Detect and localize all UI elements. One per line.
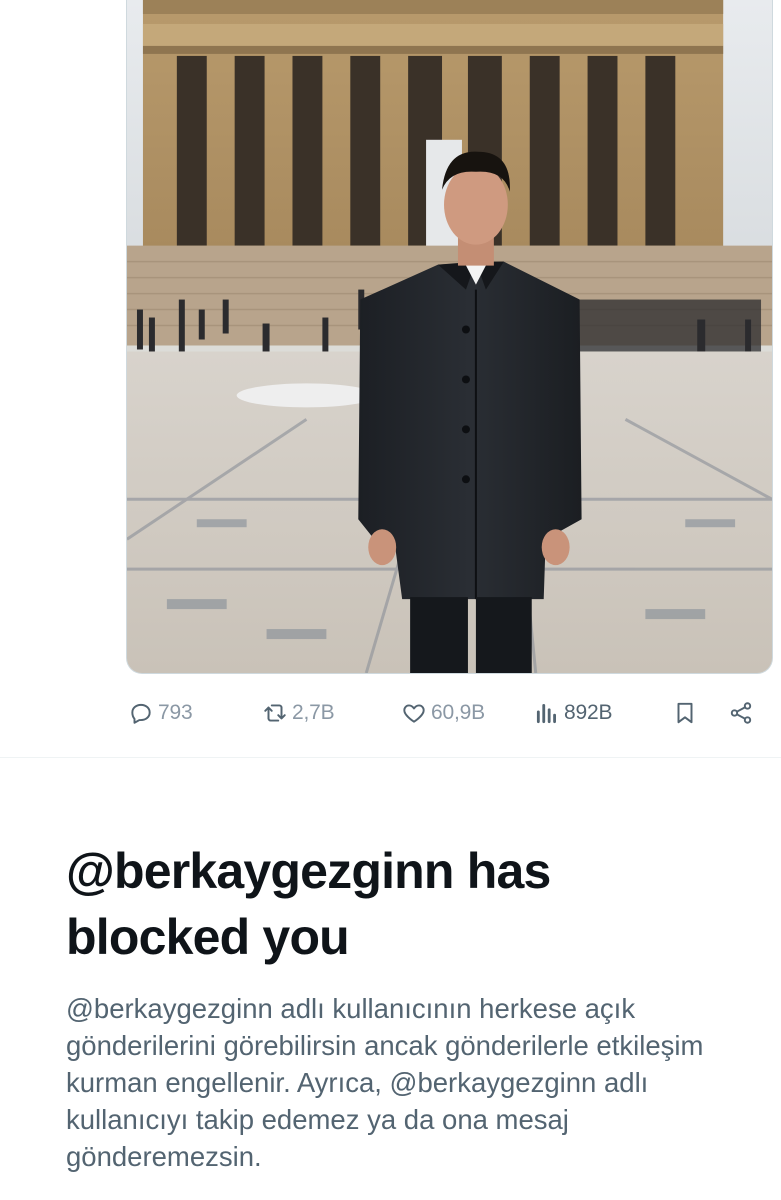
- views-count: 892B: [564, 701, 613, 724]
- like-count: 60,9B: [431, 701, 485, 724]
- views-button[interactable]: 892B: [534, 690, 612, 736]
- heart-icon: [403, 704, 425, 723]
- blocked-title: @berkaygezginn has blocked you: [66, 843, 551, 965]
- reply-icon: [131, 703, 151, 724]
- photo-image: [127, 0, 772, 673]
- bookmark-icon: [677, 702, 693, 724]
- section-divider: [0, 757, 781, 758]
- views-chart-icon: [536, 704, 556, 724]
- retweet-count: 2,7B: [292, 701, 335, 724]
- bookmark-button[interactable]: [672, 690, 698, 736]
- retweet-icon: [264, 704, 286, 722]
- tweet-action-bar: 793 2,7B 60,9B 892B: [0, 690, 781, 736]
- share-icon: [730, 702, 752, 724]
- reply-button[interactable]: 793: [128, 690, 193, 736]
- blocked-description: @berkaygezginn adlı kullanıcının herkese…: [66, 993, 704, 1172]
- share-button[interactable]: [728, 690, 754, 736]
- like-button[interactable]: 60,9B: [401, 690, 485, 736]
- reply-count: 793: [158, 701, 193, 724]
- retweet-button[interactable]: 2,7B: [262, 690, 335, 736]
- tweet-photo[interactable]: [126, 0, 773, 674]
